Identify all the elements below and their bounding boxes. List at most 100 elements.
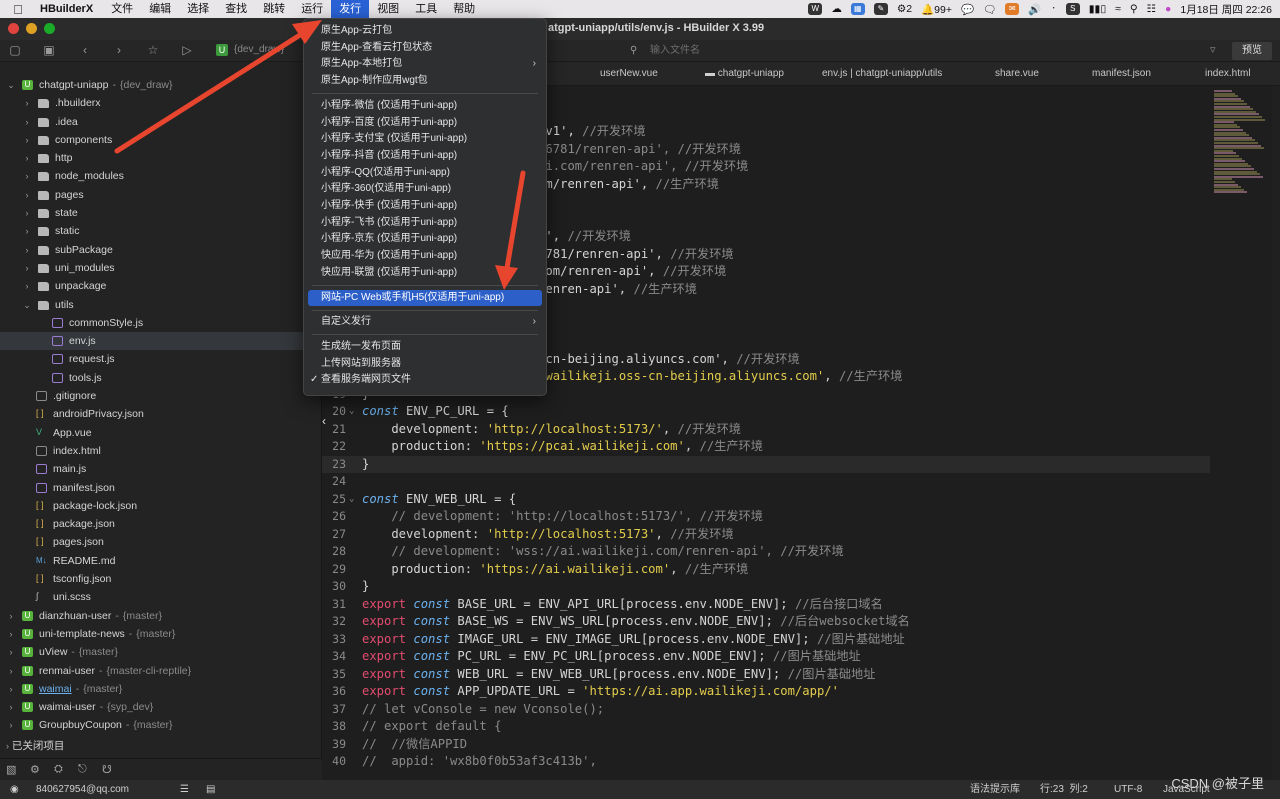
menu-item[interactable]: 快应用-联盟 (仅适用于uni-app): [304, 265, 546, 282]
tree-file[interactable]: V App.vue: [0, 424, 322, 442]
tree-project[interactable]: › Uwaimai-user - {syp_dev}: [0, 698, 322, 716]
wps-icon[interactable]: W: [808, 3, 823, 15]
tree-project[interactable]: › UuView - {master}: [0, 643, 322, 661]
menu-item[interactable]: 网站-PC Web或手机H5(仅适用于uni-app): [308, 289, 542, 307]
chevron-right-icon[interactable]: ›: [22, 204, 32, 222]
message-icon[interactable]: ✉: [1005, 3, 1020, 15]
code-line[interactable]: 27 development: 'http://localhost:5173',…: [322, 526, 1210, 544]
editor-tab[interactable]: ▬ chatgpt-uniapp: [705, 62, 784, 86]
tree-file[interactable]: [ ] package-lock.json: [0, 497, 322, 515]
chevron-right-icon[interactable]: ›: [6, 716, 16, 734]
menu-item[interactable]: 小程序-支付宝 (仅适用于uni-app): [304, 131, 546, 148]
wifi-icon[interactable]: ≈: [1115, 3, 1121, 15]
editor-tab[interactable]: userNew.vue: [600, 62, 658, 86]
preview-button[interactable]: 预览: [1232, 42, 1272, 60]
tree-file[interactable]: ∫ uni.scss: [0, 588, 322, 606]
code-line[interactable]: 40 // appid: 'wx8b0f0b53af3c413b',: [322, 753, 1210, 771]
tree-file[interactable]: [ ] package.json: [0, 515, 322, 533]
menubar-item[interactable]: 跳转: [255, 0, 293, 18]
menu-item[interactable]: ✓ 查看服务端网页文件: [304, 372, 546, 389]
chevron-down-icon[interactable]: ⌄: [22, 296, 32, 314]
menubar-item[interactable]: 帮助: [445, 0, 483, 18]
editor-tab[interactable]: share.vue: [995, 62, 1039, 86]
chevron-right-icon[interactable]: ›: [22, 241, 32, 259]
tree-file[interactable]: [ ] tsconfig.json: [0, 570, 322, 588]
tree-file[interactable]: [ ] androidPrivacy.json: [0, 405, 322, 423]
tree-project[interactable]: ⌄ Uchatgpt-uniapp - {dev_draw}: [0, 76, 322, 94]
tree-file[interactable]: manifest.json: [0, 479, 322, 497]
new-file-icon[interactable]: ▢: [6, 43, 24, 57]
cursor-position[interactable]: 行:23 列:2: [1040, 780, 1088, 799]
tree-folder[interactable]: › unpackage: [0, 277, 322, 295]
code-line[interactable]: 37 // let vConsole = new Vconsole();: [322, 701, 1210, 719]
tree-folder[interactable]: ⌄ utils: [0, 296, 322, 314]
menubar-item[interactable]: 选择: [179, 0, 217, 18]
chevron-right-icon[interactable]: ›: [22, 167, 32, 185]
tree-folder[interactable]: › .hbuilderx: [0, 94, 322, 112]
menu-item[interactable]: 小程序-快手 (仅适用于uni-app): [304, 198, 546, 215]
code-line[interactable]: 23}: [322, 455, 1210, 473]
tree-folder[interactable]: › pages: [0, 186, 322, 204]
editor-tab[interactable]: index.html: [1205, 62, 1251, 86]
editor-scrollbar[interactable]: [1272, 86, 1280, 780]
menu-item[interactable]: 小程序-QQ(仅适用于uni-app): [304, 165, 546, 182]
tree-folder[interactable]: › subPackage: [0, 241, 322, 259]
chevron-right-icon[interactable]: ›: [22, 222, 32, 240]
tree-folder[interactable]: › components: [0, 131, 322, 149]
menu-item[interactable]: 小程序-360(仅适用于uni-app): [304, 181, 546, 198]
chevron-down-icon[interactable]: ⌄: [6, 76, 16, 94]
code-line[interactable]: 38 // export default {: [322, 718, 1210, 736]
editor-tab[interactable]: env.js | chatgpt-uniapp/utils: [822, 62, 942, 86]
menu-item[interactable]: 小程序-京东 (仅适用于uni-app): [304, 231, 546, 248]
apple-menu-icon[interactable]: : [0, 2, 36, 17]
menu-item[interactable]: 生成统一发布页面: [304, 339, 546, 356]
spotlight-icon[interactable]: ⚲: [1130, 3, 1138, 15]
app-window-icon[interactable]: ▦: [850, 3, 865, 15]
battery-icon[interactable]: ▮▮▯: [1089, 3, 1106, 15]
breadcrumb[interactable]: U {dev_draw}: [216, 44, 284, 56]
fold-icon[interactable]: ⌄: [349, 491, 354, 509]
chevron-right-icon[interactable]: ›: [6, 680, 16, 698]
close-window-button[interactable]: [8, 23, 19, 34]
tree-project[interactable]: › Uuni-template-news - {master}: [0, 625, 322, 643]
menu-item[interactable]: 自定义发行 ›: [304, 314, 546, 331]
tree-folder[interactable]: › http: [0, 149, 322, 167]
file-search-input[interactable]: ⚲ 输入文件名: [626, 42, 1186, 60]
code-line[interactable]: 29 production: 'https://ai.wailikeji.com…: [322, 561, 1210, 579]
chevron-right-icon[interactable]: ›: [22, 186, 32, 204]
zoom-window-button[interactable]: [44, 23, 55, 34]
code-line[interactable]: 39 // //微信APPID: [322, 736, 1210, 754]
chevron-right-icon[interactable]: ›: [6, 607, 16, 625]
back-icon[interactable]: ‹: [76, 43, 94, 57]
menu-item[interactable]: 原生App-云打包: [304, 23, 546, 40]
menu-item[interactable]: 原生App-查看云打包状态: [304, 40, 546, 57]
wechat-icon[interactable]: 💬: [961, 3, 974, 16]
menubar-item[interactable]: 文件: [103, 0, 141, 18]
folder-view-icon[interactable]: ▧: [6, 763, 16, 776]
tree-file[interactable]: .gitignore: [0, 387, 322, 405]
chevron-right-icon[interactable]: ›: [22, 94, 32, 112]
code-line[interactable]: 26 // development: 'http://localhost:517…: [322, 508, 1210, 526]
tree-project[interactable]: › Udianzhuan-user - {master}: [0, 607, 322, 625]
code-line[interactable]: 25 ⌄ const ENV_WEB_URL = {: [322, 491, 1210, 509]
code-line[interactable]: 33 export const IMAGE_URL = ENV_IMAGE_URL…: [322, 631, 1210, 649]
user-icon[interactable]: ◉: [10, 780, 19, 799]
git-icon[interactable]: ⎋: [78, 763, 87, 776]
terminal-icon[interactable]: ▤: [206, 780, 215, 799]
tree-folder[interactable]: › node_modules: [0, 167, 322, 185]
notifications-icon[interactable]: 🔔99+: [921, 3, 952, 16]
menu-item[interactable]: 小程序-百度 (仅适用于uni-app): [304, 115, 546, 132]
code-line[interactable]: 31 export const BASE_URL = ENV_API_URL[pr…: [322, 596, 1210, 614]
menu-item[interactable]: 原生App-本地打包 ›: [304, 56, 546, 73]
tree-file[interactable]: main.js: [0, 460, 322, 478]
account-label[interactable]: 840627954@qq.com: [36, 780, 129, 799]
siri-icon[interactable]: ●: [1165, 3, 1171, 15]
menubar-item[interactable]: 运行: [293, 0, 331, 18]
chevron-right-icon[interactable]: ›: [6, 662, 16, 680]
code-line[interactable]: 30}: [322, 578, 1210, 596]
tree-folder[interactable]: › state: [0, 204, 322, 222]
tree-file[interactable]: tools.js: [0, 369, 322, 387]
tree-folder[interactable]: › uni_modules: [0, 259, 322, 277]
menu-item[interactable]: 小程序-微信 (仅适用于uni-app): [304, 98, 546, 115]
tree-file[interactable]: commonStyle.js: [0, 314, 322, 332]
